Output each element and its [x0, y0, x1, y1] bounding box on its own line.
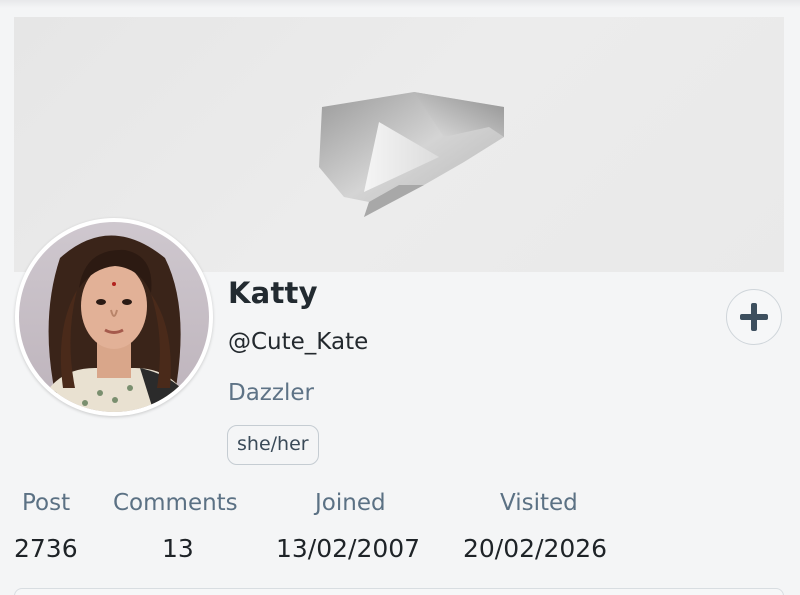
avatar[interactable] — [15, 218, 213, 416]
stat-value-joined: 13/02/2007 — [276, 534, 421, 563]
profile-rank: Dazzler — [228, 380, 314, 406]
profile-display-name: Katty — [228, 276, 318, 310]
top-divider — [0, 0, 800, 8]
stat-label-post: Post — [22, 490, 71, 516]
stat-label-joined: Joined — [315, 490, 386, 516]
stat-value-comments: 13 — [162, 534, 194, 563]
plus-icon — [740, 303, 768, 331]
stat-value-visited: 20/02/2026 — [463, 534, 608, 563]
play-logo-icon — [319, 92, 504, 217]
content-card — [14, 588, 784, 595]
stat-value-post: 2736 — [14, 534, 78, 563]
profile-page: Katty @Cute_Kate Dazzler she/her Post Co… — [0, 0, 800, 595]
add-friend-button[interactable] — [726, 289, 782, 345]
pronouns-badge: she/her — [227, 425, 319, 465]
profile-handle: @Cute_Kate — [228, 329, 369, 355]
stat-label-comments: Comments — [113, 490, 238, 516]
stat-label-visited: Visited — [500, 490, 578, 516]
